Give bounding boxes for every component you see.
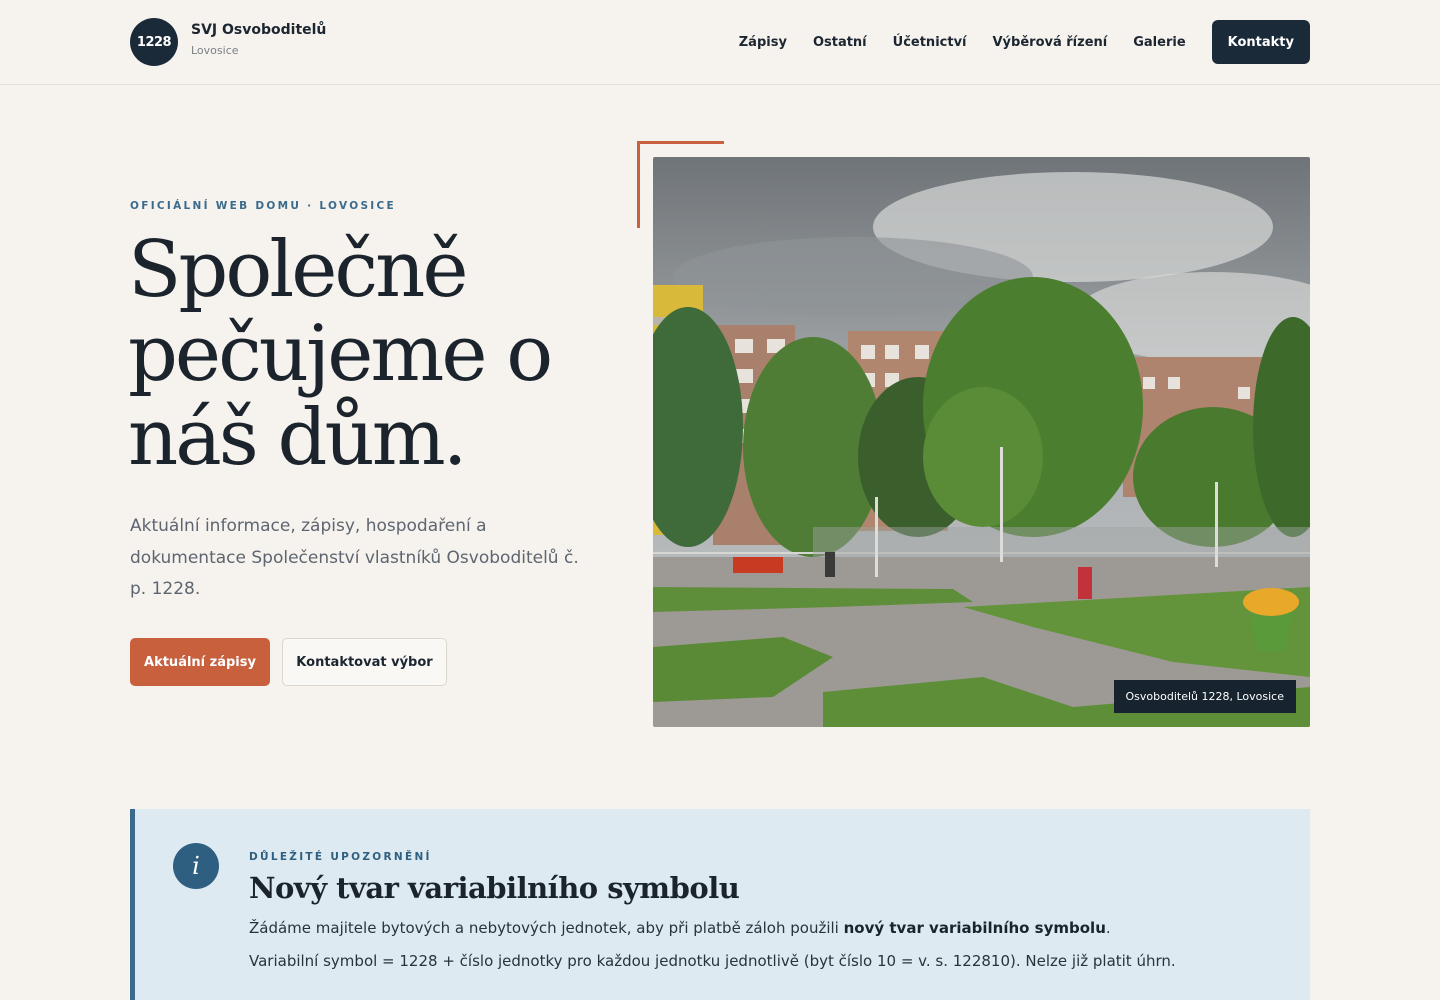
contact-committee-button[interactable]: Kontaktovat výbor	[282, 638, 447, 686]
hero-title: Společně pečujeme o náš dům.	[128, 225, 553, 483]
nav-item-galerie[interactable]: Galerie	[1133, 35, 1185, 50]
hero-eyebrow: OFICIÁLNÍ WEB DOMU · LOVOSICE	[130, 200, 396, 212]
notice-title: Nový tvar variabilního symbolu	[249, 871, 740, 905]
important-notice: i DŮLEŽITÉ UPOZORNĚNÍ Nový tvar variabil…	[130, 809, 1310, 1000]
hero-lead: Aktuální informace, zápisy, hospodaření …	[130, 516, 579, 599]
site-header: 1228 SVJ Osvoboditelů Lovosice Zápisy Os…	[0, 0, 1440, 85]
nav-item-ucetnictvi[interactable]: Účetnictví	[893, 35, 967, 50]
photo-caption: Osvoboditelů 1228, Lovosice	[1113, 680, 1296, 713]
notice-text-bold: nový tvar variabilního symbolu	[843, 919, 1106, 937]
main-nav: Zápisy Ostatní Účetnictví Výběrová řízen…	[739, 20, 1310, 64]
current-minutes-button[interactable]: Aktuální zápisy	[130, 638, 270, 686]
notice-paragraph-2: Variabilní symbol = 1228 + číslo jednotk…	[249, 952, 1176, 970]
notice-paragraph-1: Žádáme majitele bytových a nebytových je…	[249, 919, 1111, 937]
notice-eyebrow: DŮLEŽITÉ UPOZORNĚNÍ	[249, 851, 432, 863]
nav-item-vyberova-rizeni[interactable]: Výběrová řízení	[993, 35, 1108, 50]
brand-subtitle: Lovosice	[191, 44, 239, 57]
nav-item-zapisy[interactable]: Zápisy	[739, 35, 787, 50]
building-photo-illustration	[653, 157, 1310, 727]
logo-badge[interactable]: 1228	[130, 18, 178, 66]
info-icon: i	[173, 843, 219, 889]
notice-text-before: Žádáme majitele bytových a nebytových je…	[249, 919, 844, 937]
nav-item-ostatni[interactable]: Ostatní	[813, 35, 867, 50]
notice-text-after: .	[1105, 919, 1111, 937]
building-photo: Osvoboditelů 1228, Lovosice	[653, 157, 1310, 727]
contacts-button[interactable]: Kontakty	[1211, 20, 1310, 64]
brand-name[interactable]: SVJ Osvoboditelů	[191, 22, 326, 38]
